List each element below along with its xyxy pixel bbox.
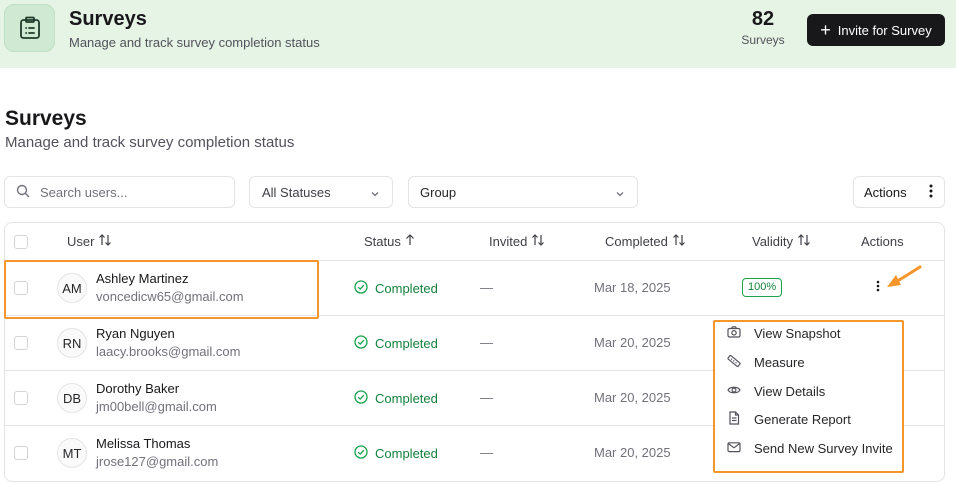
actions-button[interactable]: Actions <box>853 176 945 208</box>
check-circle-icon <box>354 390 368 407</box>
clipboard-icon <box>4 4 55 52</box>
status-label: Completed <box>375 446 438 461</box>
status-label: Completed <box>375 336 438 351</box>
ruler-icon <box>727 354 741 371</box>
status-label: Completed <box>375 391 438 406</box>
row-actions-button[interactable] <box>875 279 881 296</box>
invite-for-survey-button[interactable]: + Invite for Survey <box>807 14 945 46</box>
row-checkbox[interactable] <box>14 446 28 460</box>
select-all-checkbox[interactable] <box>14 235 28 249</box>
check-circle-icon <box>354 280 368 297</box>
menu-item-measure[interactable]: Measure <box>727 352 805 372</box>
search-icon <box>16 184 30 201</box>
completed-date: Mar 18, 2025 <box>594 280 671 295</box>
row-checkbox[interactable] <box>14 336 28 350</box>
survey-count-value: 82 <box>751 8 775 30</box>
menu-item-label: Send New Survey Invite <box>754 440 893 456</box>
user-name: Melissa Thomas <box>96 436 191 451</box>
status-badge: Completed <box>354 335 438 352</box>
completed-date: Mar 20, 2025 <box>594 445 671 460</box>
plus-icon: + <box>820 20 831 40</box>
camera-icon <box>727 325 741 342</box>
highlight-box <box>4 260 319 319</box>
header-title: Surveys <box>69 8 147 30</box>
chevron-down-icon <box>615 187 625 202</box>
user-email: jm00bell@gmail.com <box>96 399 217 414</box>
invited-value: — <box>480 390 493 405</box>
more-vertical-icon <box>876 280 880 292</box>
sort-ascending-icon <box>405 234 415 249</box>
mail-icon <box>727 440 741 457</box>
sort-icon <box>98 234 112 249</box>
sort-icon <box>672 234 686 249</box>
user-name: Ryan Nguyen <box>96 326 175 341</box>
chevron-down-icon <box>370 187 380 202</box>
menu-item-view-snapshot[interactable]: View Snapshot <box>727 323 841 343</box>
page-subtitle: Manage and track survey completion statu… <box>5 134 295 151</box>
check-circle-icon <box>354 445 368 462</box>
header-subtitle: Manage and track survey completion statu… <box>69 35 320 50</box>
column-completed-label: Completed <box>605 234 668 249</box>
column-status-label: Status <box>364 234 401 249</box>
user-email: jrose127@gmail.com <box>96 454 219 469</box>
menu-item-label: View Details <box>754 383 826 399</box>
invite-button-label: Invite for Survey <box>837 22 932 38</box>
column-status[interactable]: Status <box>364 234 415 249</box>
page-title: Surveys <box>5 107 87 130</box>
column-completed[interactable]: Completed <box>605 234 686 249</box>
invited-value: — <box>480 445 493 460</box>
menu-item-label: Measure <box>754 354 805 370</box>
menu-item-label: View Snapshot <box>754 325 841 341</box>
status-filter-value: All Statuses <box>262 184 331 200</box>
eye-icon <box>727 383 741 400</box>
survey-count-label: Surveys <box>741 33 785 47</box>
survey-count: 82 Surveys <box>734 8 792 47</box>
search-placeholder: Search users... <box>40 184 128 200</box>
column-invited-label: Invited <box>489 234 528 249</box>
group-filter-select[interactable]: Group <box>408 176 638 208</box>
status-label: Completed <box>375 281 438 296</box>
document-icon <box>727 410 741 428</box>
table-header: User Status Invited Completed Validity A… <box>5 223 944 261</box>
sort-icon <box>797 234 811 249</box>
column-user[interactable]: User <box>67 234 112 249</box>
search-input[interactable]: Search users... <box>4 176 235 208</box>
pointer-arrow-icon <box>884 262 924 297</box>
row-checkbox[interactable] <box>14 391 28 405</box>
group-filter-value: Group <box>420 184 457 200</box>
column-user-label: User <box>67 234 95 249</box>
user-email: laacy.brooks@gmail.com <box>96 344 241 359</box>
column-actions-label: Actions <box>861 234 904 249</box>
column-actions: Actions <box>861 234 904 249</box>
avatar: DB <box>57 383 87 413</box>
column-validity-label: Validity <box>752 234 793 249</box>
status-badge: Completed <box>354 445 438 462</box>
menu-item-view-details[interactable]: View Details <box>727 381 825 401</box>
menu-item-generate-report[interactable]: Generate Report <box>727 409 851 429</box>
more-vertical-icon <box>929 184 933 201</box>
invited-value: — <box>480 335 493 350</box>
menu-item-send-new-survey-invite[interactable]: Send New Survey Invite <box>727 438 893 458</box>
status-badge: Completed <box>354 280 438 297</box>
menu-item-label: Generate Report <box>754 411 851 427</box>
avatar: RN <box>57 328 87 358</box>
actions-button-label: Actions <box>864 184 907 200</box>
completed-date: Mar 20, 2025 <box>594 335 671 350</box>
column-invited[interactable]: Invited <box>489 234 545 249</box>
avatar: MT <box>57 438 87 468</box>
user-name: Dorothy Baker <box>96 381 180 396</box>
column-validity[interactable]: Validity <box>752 234 811 249</box>
status-badge: Completed <box>354 390 438 407</box>
completed-date: Mar 20, 2025 <box>594 390 671 405</box>
row-actions-menu: View Snapshot Measure View Details Gener… <box>713 320 904 473</box>
status-filter-select[interactable]: All Statuses <box>249 176 393 208</box>
check-circle-icon <box>354 335 368 352</box>
invited-value: — <box>480 280 493 295</box>
page-header: Surveys Manage and track survey completi… <box>0 0 956 68</box>
sort-icon <box>531 234 545 249</box>
validity-badge: 100% <box>742 278 783 297</box>
